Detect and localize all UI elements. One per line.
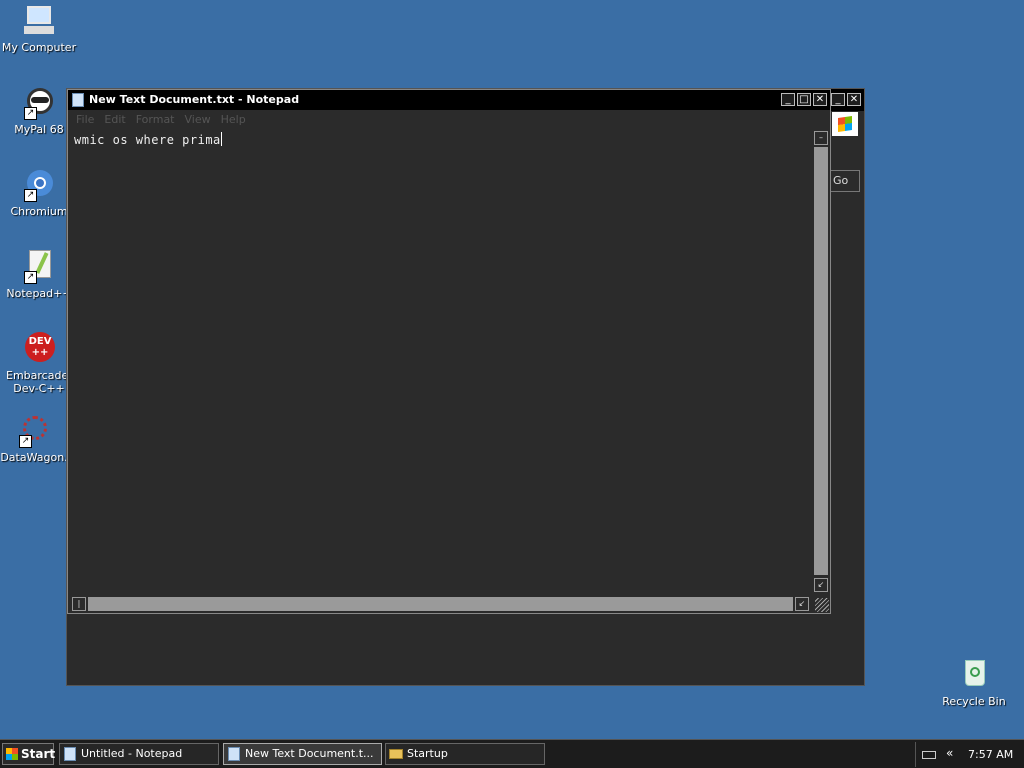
clock[interactable]: 7:57 AM bbox=[968, 748, 1013, 761]
minimize-icon[interactable]: _ bbox=[831, 93, 845, 106]
minimize-button[interactable]: _ bbox=[781, 93, 795, 106]
chromium-icon: ↗ bbox=[22, 168, 56, 202]
taskbar: Start Untitled - Notepad New Text Docume… bbox=[0, 739, 1024, 768]
desktop-icon-my-computer[interactable]: My Computer bbox=[0, 4, 78, 54]
taskbar-item-startup[interactable]: Startup bbox=[385, 743, 545, 765]
windows-flag-icon bbox=[6, 748, 18, 760]
desktop-icon-datawagon[interactable]: ↗ DataWagon. bbox=[0, 414, 73, 464]
vertical-scrollbar[interactable]: – ↙ bbox=[813, 129, 829, 594]
shortcut-arrow-icon: ↗ bbox=[24, 107, 37, 120]
desktop-icon-label: Recycle Bin bbox=[942, 695, 1006, 708]
computer-icon bbox=[22, 4, 56, 38]
window-title: New Text Document.txt - Notepad bbox=[89, 93, 300, 106]
system-tray: « 7:57 AM bbox=[915, 742, 1024, 767]
scroll-down-button[interactable]: ↙ bbox=[814, 578, 828, 592]
close-icon[interactable]: ✕ bbox=[847, 93, 861, 106]
devcpp-icon: DEV ++ bbox=[22, 332, 56, 366]
notepad-titlebar[interactable]: New Text Document.txt - Notepad _ □ ✕ bbox=[68, 90, 830, 110]
windows-logo-icon bbox=[832, 112, 858, 136]
maximize-button[interactable]: □ bbox=[797, 93, 811, 106]
resize-grip[interactable] bbox=[815, 598, 829, 612]
folder-icon bbox=[389, 749, 403, 759]
shortcut-arrow-icon: ↗ bbox=[24, 271, 37, 284]
notepad-window[interactable]: New Text Document.txt - Notepad _ □ ✕ Fi… bbox=[67, 89, 831, 614]
scroll-up-button[interactable]: – bbox=[814, 131, 828, 145]
notepad-icon bbox=[64, 747, 76, 761]
menu-format[interactable]: Format bbox=[133, 111, 182, 128]
raccoon-browser-icon: ↗ bbox=[22, 86, 56, 120]
text-editor-area[interactable]: wmic os where prima bbox=[70, 129, 811, 594]
desktop-icon-recycle-bin[interactable]: Recycle Bin bbox=[935, 658, 1013, 708]
start-button[interactable]: Start bbox=[2, 743, 56, 765]
notepadpp-icon: ↗ bbox=[22, 250, 56, 284]
shortcut-arrow-icon: ↗ bbox=[24, 189, 37, 202]
menu-view[interactable]: View bbox=[182, 111, 218, 128]
editor-content: wmic os where prima bbox=[74, 133, 221, 147]
text-caret bbox=[220, 132, 222, 146]
task-label: Startup bbox=[407, 747, 448, 760]
taskbar-item-new-text-document[interactable]: New Text Document.t... bbox=[223, 743, 382, 765]
editor-text: wmic os where prima bbox=[74, 132, 222, 147]
menu-file[interactable]: File bbox=[73, 111, 101, 128]
task-label: New Text Document.t... bbox=[245, 747, 374, 760]
notepad-icon bbox=[228, 747, 240, 761]
menu-edit[interactable]: Edit bbox=[101, 111, 132, 128]
desktop-icon-label: DataWagon. bbox=[0, 451, 68, 464]
keyboard-icon[interactable] bbox=[922, 751, 936, 759]
tray-expand-chevron[interactable]: « bbox=[946, 746, 953, 760]
scroll-right-button[interactable]: ↙ bbox=[795, 597, 809, 611]
desktop-icon-label: Embarcadero Dev-C++ bbox=[6, 369, 80, 395]
close-button[interactable]: ✕ bbox=[813, 93, 827, 106]
datawagon-icon: ↗ bbox=[17, 414, 51, 448]
recycle-bin-icon bbox=[957, 658, 991, 692]
scroll-left-button[interactable]: | bbox=[72, 597, 86, 611]
horizontal-scroll-thumb[interactable] bbox=[88, 597, 793, 611]
taskbar-item-untitled-notepad[interactable]: Untitled - Notepad bbox=[59, 743, 219, 765]
task-label: Untitled - Notepad bbox=[81, 747, 183, 760]
menu-help[interactable]: Help bbox=[218, 111, 253, 128]
menu-bar: File Edit Format View Help bbox=[68, 111, 830, 128]
desktop-icon-label: My Computer bbox=[1, 41, 77, 54]
horizontal-scrollbar[interactable]: | ↙ bbox=[70, 596, 811, 612]
go-button[interactable]: Go bbox=[830, 170, 860, 192]
notepad-icon bbox=[72, 93, 84, 107]
start-label: Start bbox=[21, 747, 56, 761]
vertical-scroll-thumb[interactable] bbox=[814, 147, 828, 575]
shortcut-arrow-icon: ↗ bbox=[19, 435, 32, 448]
